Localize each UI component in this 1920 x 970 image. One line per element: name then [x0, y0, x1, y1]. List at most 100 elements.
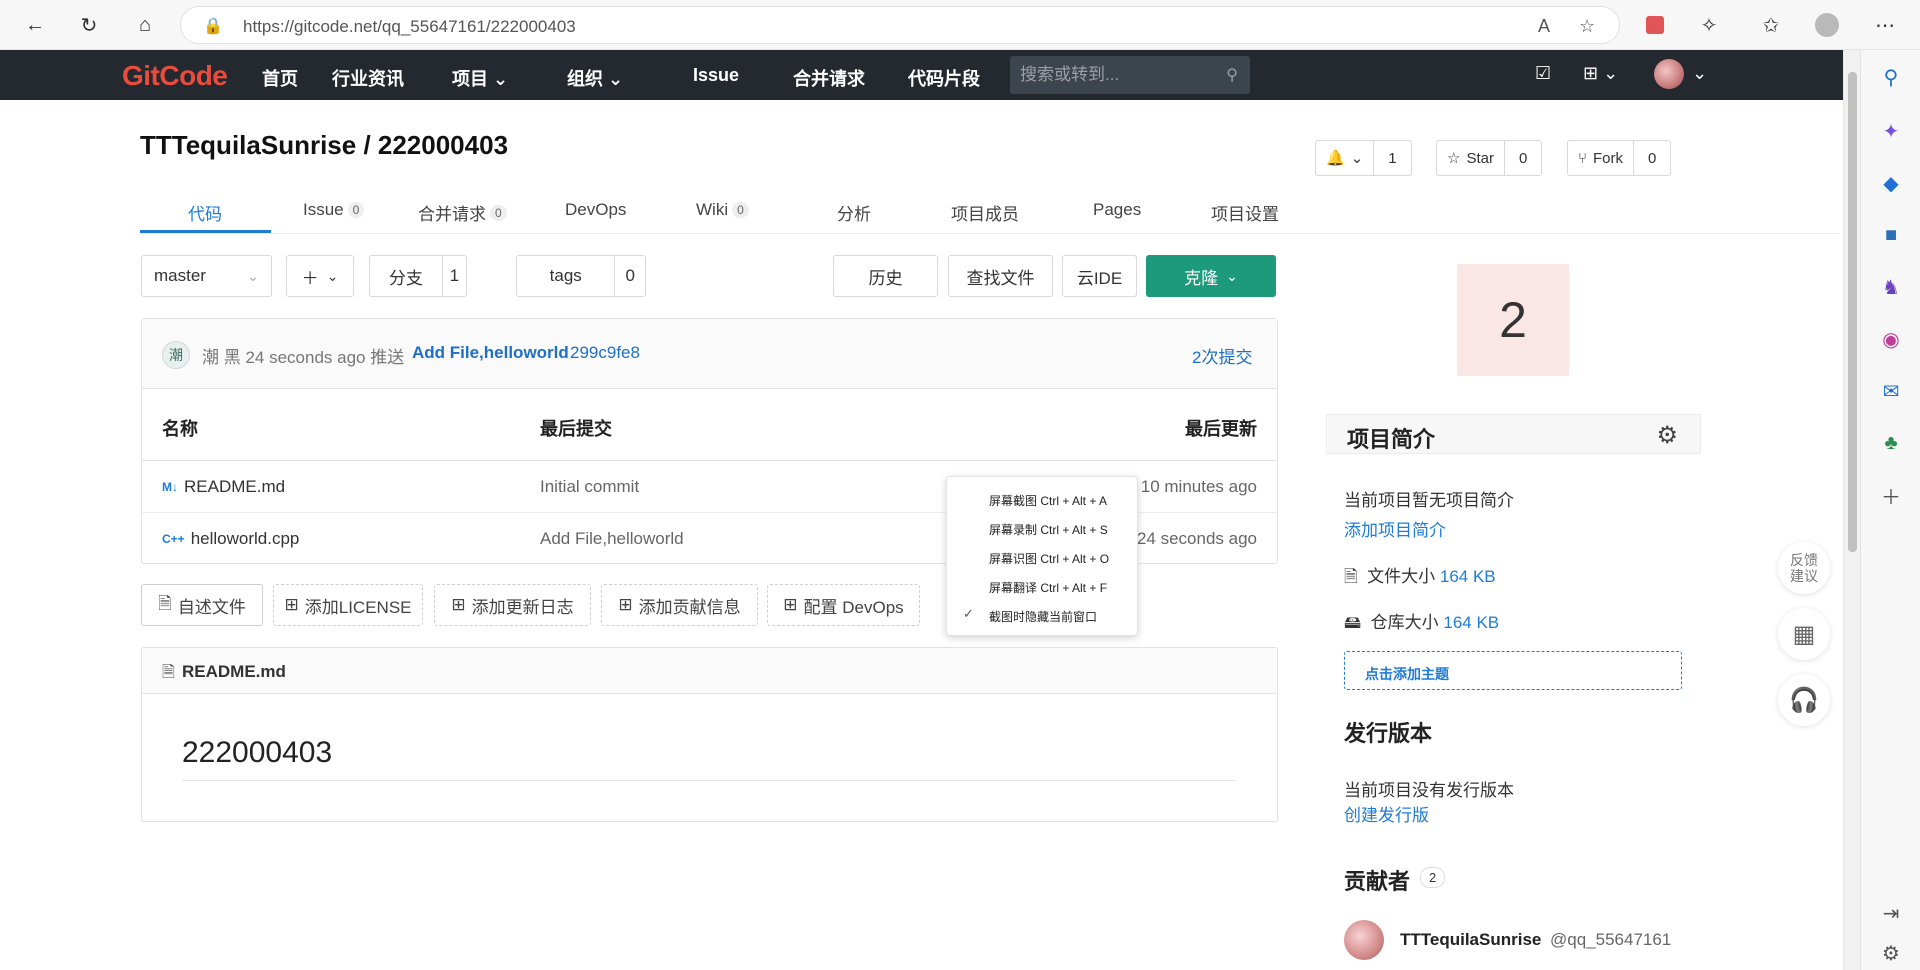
find-file-button[interactable]: 查找文件 [948, 255, 1053, 297]
tab-issue[interactable]: Issue 0 [303, 200, 365, 220]
star-button[interactable]: ☆ Star 0 [1436, 140, 1543, 176]
nav-merge-requests[interactable]: 合并请求 [793, 65, 865, 91]
watch-button[interactable]: 🔔 ⌄ 1 [1315, 140, 1412, 176]
search-icon[interactable]: ⚲ [1878, 64, 1904, 90]
plus-icon[interactable]: ＋ [1878, 482, 1904, 509]
refresh-icon[interactable]: ↻ [74, 10, 104, 40]
chevron-down-icon: ⌄ [1226, 267, 1238, 284]
branch-select[interactable]: master ⌄ [141, 255, 272, 297]
tab-analysis[interactable]: 分析 [837, 200, 871, 225]
tree-icon[interactable]: ♣ [1878, 430, 1904, 456]
col-last-update: 最后更新 [1185, 419, 1257, 439]
browser-sidebar: ⚲ ✦ ◆ ■ ♞ ◉ ✉ ♣ ＋ ⇥ ⚙ [1860, 50, 1920, 970]
avatar[interactable] [1344, 920, 1384, 960]
avatar[interactable]: 潮 [162, 341, 190, 369]
toolbox-icon[interactable]: ■ [1878, 222, 1904, 248]
feedback-button[interactable]: 反馈 建议 [1778, 542, 1830, 594]
more-icon[interactable]: ⋯ [1870, 10, 1900, 40]
nav-projects[interactable]: 项目 ⌄ [452, 65, 508, 91]
tab-members[interactable]: 项目成员 [951, 200, 1019, 225]
tab-settings[interactable]: 项目设置 [1211, 200, 1279, 225]
sidebar-toggle-icon[interactable]: ⇥ [1878, 900, 1904, 926]
gitcode-logo[interactable]: GitCode [122, 60, 228, 92]
commit-sha-link[interactable]: 299c9fe8 [570, 343, 640, 363]
tags-button[interactable]: tags 0 [516, 255, 646, 297]
contributor-name[interactable]: TTTequilaSunrise [1400, 930, 1541, 950]
branch-name: master [154, 266, 206, 285]
nav-orgs[interactable]: 组织 ⌄ [567, 65, 623, 91]
puzzle-icon[interactable]: ✧ [1694, 10, 1724, 40]
add-topic-button[interactable]: 点击添加主题 [1344, 651, 1682, 690]
readme-file-button[interactable]: 🗎 自述文件 [141, 584, 263, 626]
add-contributing-button[interactable]: ⊞ 添加贡献信息 [601, 584, 758, 626]
search-input[interactable] [1020, 64, 1210, 86]
menu-item-ocr[interactable]: 屏幕识图 Ctrl + Alt + O [989, 550, 1109, 567]
menu-item-translate[interactable]: 屏幕翻译 Ctrl + Alt + F [989, 579, 1107, 596]
nav-snippets[interactable]: 代码片段 [908, 65, 980, 91]
fork-button[interactable]: ⑂ Fork 0 [1567, 140, 1672, 176]
menu-item-hide-window[interactable]: 截图时隐藏当前窗口 [989, 608, 1097, 625]
tab-pages[interactable]: Pages [1093, 200, 1141, 220]
readme-file-name: README.md [182, 662, 286, 681]
profile-icon[interactable] [1812, 10, 1842, 40]
col-name: 名称 [162, 419, 198, 439]
avatar[interactable] [1654, 59, 1684, 89]
chevron-down-icon[interactable]: ⌄ [1692, 63, 1707, 84]
todo-icon[interactable]: ☑ [1535, 63, 1551, 84]
home-icon[interactable]: ⌂ [130, 10, 160, 40]
add-menu-button[interactable]: ＋ ⌄ [286, 255, 354, 297]
qr-code-icon[interactable]: ▦ [1778, 608, 1830, 660]
file-commit[interactable]: Add File,helloworld [540, 529, 684, 549]
games-icon[interactable]: ♞ [1878, 274, 1904, 300]
headset-icon[interactable]: 🎧 [1778, 674, 1830, 726]
commits-count-link[interactable]: 2次提交 [1192, 343, 1252, 368]
commit-author-time: 潮 黑 24 seconds ago 推送 [202, 348, 405, 367]
gear-icon[interactable]: ⚙ [1878, 940, 1904, 966]
nav-home[interactable]: 首页 [262, 65, 298, 91]
tab-code[interactable]: 代码 [188, 200, 222, 225]
favorite-add-icon[interactable]: ☆ [1579, 16, 1595, 37]
no-release-text: 当前项目没有发行版本 [1344, 781, 1514, 800]
clone-button[interactable]: 克隆 ⌄ [1146, 255, 1276, 297]
add-changelog-button[interactable]: ⊞ 添加更新日志 [434, 584, 591, 626]
file-icon: 🗎 [158, 593, 172, 613]
tag-icon[interactable]: ◆ [1878, 170, 1904, 196]
add-intro-link[interactable]: 添加项目简介 [1344, 516, 1446, 541]
favorites-icon[interactable]: ✩ [1756, 10, 1786, 40]
file-name[interactable]: C++ helloworld.cpp [162, 529, 299, 549]
tab-wiki[interactable]: Wiki 0 [696, 200, 749, 220]
tab-badge: 0 [732, 202, 749, 218]
tab-wiki-label: Wiki [696, 200, 729, 219]
file-name-text: helloworld.cpp [190, 529, 300, 548]
file-name[interactable]: M↓ README.md [162, 477, 285, 497]
cloud-ide-button[interactable]: 云IDE [1062, 255, 1137, 297]
office-icon[interactable]: ◉ [1878, 326, 1904, 352]
fork-count: 0 [1648, 149, 1657, 167]
address-bar[interactable]: 🔒 https://gitcode.net/qq_55647161/222000… [180, 6, 1620, 44]
file-commit[interactable]: Initial commit [540, 477, 639, 497]
menu-item-record[interactable]: 屏幕录制 Ctrl + Alt + S [989, 521, 1108, 538]
nav-news[interactable]: 行业资讯 [332, 65, 404, 91]
scroll-thumb[interactable] [1848, 72, 1857, 552]
history-button[interactable]: 历史 [833, 255, 938, 297]
readme-file-label: 自述文件 [177, 597, 246, 617]
read-aloud-icon[interactable]: A [1538, 16, 1550, 37]
bell-icon: 🔔 [1326, 150, 1345, 167]
scrollbar[interactable] [1843, 50, 1860, 970]
setup-devops-button[interactable]: ⊞ 配置 DevOps [767, 584, 920, 626]
commit-message-link[interactable]: Add File,helloworld [412, 343, 569, 363]
new-plus-icon[interactable]: ⊞ ⌄ [1583, 63, 1618, 84]
create-release-link[interactable]: 创建发行版 [1344, 801, 1429, 826]
copilot-icon[interactable]: ✦ [1878, 118, 1904, 144]
search-icon[interactable]: ⚲ [1226, 65, 1238, 85]
branches-button[interactable]: 分支 1 [369, 255, 467, 297]
gear-icon[interactable]: ⚙ [1656, 421, 1678, 450]
extension-icon[interactable] [1640, 10, 1670, 40]
add-license-button[interactable]: ⊞ 添加LICENSE [273, 584, 423, 626]
nav-issue[interactable]: Issue [693, 65, 739, 86]
menu-item-screenshot[interactable]: 屏幕截图 Ctrl + Alt + A [989, 492, 1107, 509]
tab-merge-requests[interactable]: 合并请求 0 [418, 200, 507, 225]
outlook-icon[interactable]: ✉ [1878, 378, 1904, 404]
tab-devops[interactable]: DevOps [565, 200, 626, 220]
back-icon[interactable]: ← [20, 10, 50, 40]
